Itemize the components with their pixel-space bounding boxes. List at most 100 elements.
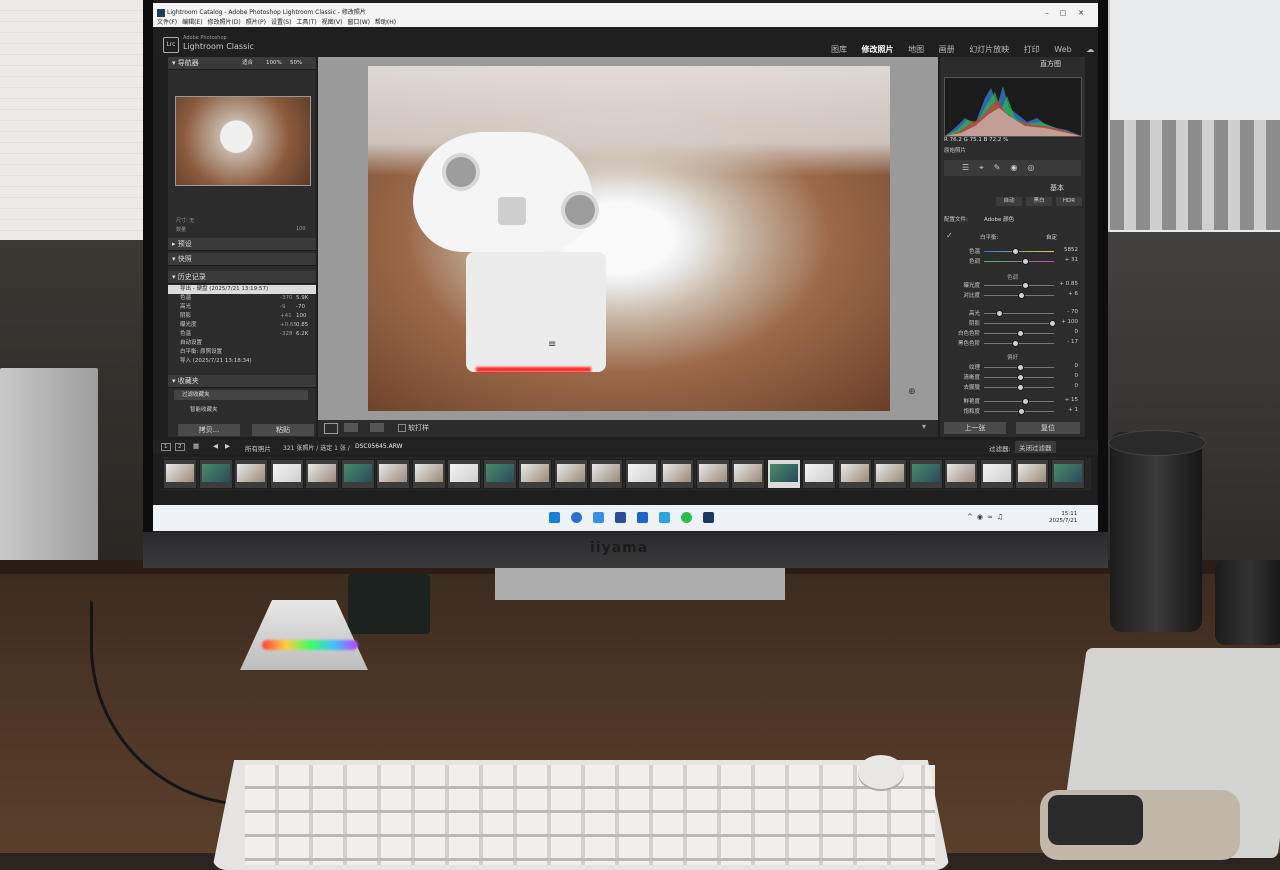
filmstrip-thumbnail[interactable] [269,459,304,489]
filmstrip-thumbnail[interactable] [163,459,197,489]
filmstrip-thumbnail[interactable] [837,459,872,489]
slider-thumb[interactable] [1017,408,1025,415]
filmstrip-thumbnail[interactable] [482,459,517,489]
slider-value[interactable]: + 6 [1056,291,1078,297]
collections-header[interactable]: ▾ 收藏夹 [168,375,316,388]
filmstrip-thumbnail[interactable] [589,459,623,489]
toolbar-menu-icon[interactable]: ▾ [922,422,926,431]
module-slideshow[interactable]: 幻灯片放映 [969,45,1009,54]
module-develop[interactable]: 修改照片 [862,45,894,54]
slider-value[interactable]: - 17 [1056,339,1078,345]
edge-icon[interactable] [571,512,582,523]
filmstrip-thumbnail[interactable] [376,459,410,489]
notes-icon[interactable] [615,512,626,523]
original-photo-toggle[interactable]: 原始照片 [944,146,966,154]
slider-value[interactable]: + 31 [1056,257,1078,263]
filmstrip-thumbnail[interactable] [447,459,481,489]
history-item[interactable]: 色温 -328 6.2K [168,330,316,339]
store-icon[interactable] [593,512,604,523]
slider-value[interactable]: + 0.85 [1056,281,1078,287]
slider-track[interactable] [984,285,1054,286]
tray-expand-icon[interactable]: ^ [967,513,977,521]
filmstrip-thumbnail[interactable] [766,459,801,489]
treatment-bw[interactable]: 黑白 [1026,197,1052,206]
slider-value[interactable]: + 100 [1056,319,1078,325]
page-2[interactable]: 2 [175,443,185,451]
maximize-icon[interactable]: □ [1057,9,1069,19]
minimize-icon[interactable]: – [1041,9,1053,19]
slider-thumb[interactable] [1011,248,1019,255]
module-web[interactable]: Web [1054,45,1071,54]
slider-thumb[interactable] [1048,320,1056,327]
filmstrip-thumbnail[interactable] [624,459,659,489]
prev-arrow-icon[interactable]: ◀ [213,442,218,450]
wb-select[interactable]: 自定 [1046,233,1057,241]
redeye-icon[interactable]: ◉ [1010,163,1027,172]
module-print[interactable]: 打印 [1024,45,1040,54]
menu-view[interactable]: 视图(V) [322,19,343,26]
menu-photo[interactable]: 照片(P) [246,19,266,26]
filmstrip-thumbnail[interactable] [731,459,765,489]
menu-tools[interactable]: 工具(T) [296,19,316,26]
filter-select[interactable]: 关闭过滤器 [1015,441,1056,453]
next-arrow-icon[interactable]: ▶ [225,442,230,450]
slider-track[interactable] [984,343,1054,344]
slider-track[interactable] [984,323,1054,324]
filename[interactable]: DSC05645.ARW [355,443,403,450]
menu-settings[interactable]: 设置(S) [271,19,292,26]
navigator-header[interactable]: ▾ 导航器 适合 100% 50% [168,57,316,70]
wb-eyedropper-icon[interactable]: ✓ [946,231,953,240]
slider-thumb[interactable] [1017,364,1024,371]
module-map[interactable]: 地图 [908,45,924,54]
slider-thumb[interactable] [1018,292,1026,299]
slider-track[interactable] [984,401,1054,402]
profile-select[interactable]: Adobe 颜色 [984,215,1014,223]
menu-file[interactable]: 文件(F) [157,19,177,26]
close-icon[interactable]: ✕ [1075,9,1087,19]
windows-start-icon[interactable] [549,512,560,523]
clock[interactable]: 15:11 2025/7/21 [1049,511,1077,525]
history-item[interactable]: 导入 (2025/7/21 13:18:34) [168,357,316,366]
previous-button[interactable]: 上一张 [944,422,1006,434]
slider-thumb[interactable] [1017,374,1024,381]
slider-track[interactable] [984,251,1054,252]
before-after-icon[interactable] [344,423,358,432]
treatment-hdr[interactable]: HDR [1056,197,1082,206]
slider-thumb[interactable] [1022,282,1030,289]
slider-value[interactable]: 0 [1056,329,1079,335]
zoom-fit[interactable]: 适合 [242,57,253,69]
reset-button[interactable]: 复位 [1016,422,1080,434]
history-item[interactable]: 阴影 +41 100 [168,312,316,321]
history-item[interactable]: 白平衡: 原照设置 [168,348,316,357]
filmstrip-thumbnail[interactable] [979,459,1014,489]
module-book[interactable]: 画册 [939,45,955,54]
history-item[interactable]: 导出 - 硬盘 (2025/7/21 13:19:57) [168,285,316,294]
presets-header[interactable]: ▸ 预设 [168,238,316,251]
slider-track[interactable] [984,261,1054,262]
histogram-title[interactable]: 直方图 [1040,59,1061,69]
slider-thumb[interactable] [1011,340,1019,347]
page-1[interactable]: 1 [161,443,171,451]
volume-icon[interactable]: ♫ [997,513,1007,521]
slider-value[interactable]: 0 [1056,363,1079,369]
menu-edit[interactable]: 编辑(E) [182,19,202,26]
zoom-50[interactable]: 50% [290,57,302,69]
collections-filter[interactable]: 过滤收藏夹 [174,390,308,400]
filmstrip-thumbnail[interactable] [695,459,730,489]
filmstrip-thumbnail[interactable] [305,459,339,489]
slider-value[interactable]: + 15 [1056,397,1078,403]
crop-icon[interactable]: ⌖ [979,163,994,172]
wifi-icon[interactable]: ≈ [987,513,997,521]
slider-value[interactable]: - 70 [1056,309,1078,315]
filmstrip-thumbnail[interactable] [660,459,694,489]
paste-button[interactable]: 粘贴 [252,424,314,436]
treatment-auto[interactable]: 自动 [996,197,1022,206]
filmstrip-thumbnail[interactable] [198,459,233,489]
slider-thumb[interactable] [1017,330,1024,337]
menu-window[interactable]: 窗口(W) [347,19,370,26]
photos-icon[interactable] [637,512,648,523]
slider-value[interactable]: 0 [1056,383,1079,389]
menu-develop[interactable]: 修改照片(D) [207,19,240,26]
history-header[interactable]: ▾ 历史记录 [168,271,316,284]
compare-icon[interactable] [370,423,384,432]
